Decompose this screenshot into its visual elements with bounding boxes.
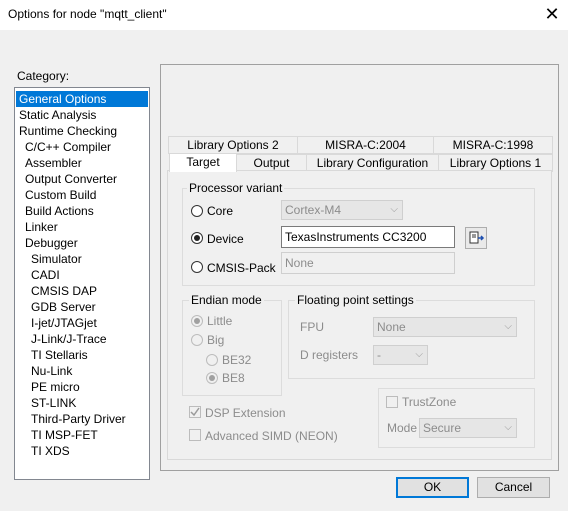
category-item-debugger[interactable]: Debugger	[16, 235, 148, 251]
category-item-build-actions[interactable]: Build Actions	[16, 203, 148, 219]
category-item-cadi[interactable]: CADI	[16, 267, 148, 283]
chevron-down-icon: ⌵	[504, 321, 512, 332]
category-item-nu-link[interactable]: Nu-Link	[16, 363, 148, 379]
dsp-extension-checkbox[interactable]	[189, 406, 201, 418]
category-item-ti-stellaris[interactable]: TI Stellaris	[16, 347, 148, 363]
cancel-button[interactable]: Cancel	[477, 477, 550, 498]
category-item-st-link[interactable]: ST-LINK	[16, 395, 148, 411]
category-item-ti-xds[interactable]: TI XDS	[16, 443, 148, 459]
trustzone-mode-select[interactable]: Secure ⌵	[419, 418, 517, 438]
category-item-ti-msp-fet[interactable]: TI MSP-FET	[16, 427, 148, 443]
be8-label: BE8	[222, 371, 245, 385]
device-browse-button[interactable]	[465, 227, 487, 249]
category-item-assembler[interactable]: Assembler	[16, 155, 148, 171]
trustzone-label: TrustZone	[402, 395, 457, 409]
checkmark-icon	[190, 407, 200, 417]
little-radio[interactable]	[191, 315, 203, 327]
category-item-pe-micro[interactable]: PE micro	[16, 379, 148, 395]
category-item-runtime-checking[interactable]: Runtime Checking	[16, 123, 148, 139]
window-title: Options for node "mqtt_client"	[8, 7, 167, 21]
category-item-linker[interactable]: Linker	[16, 219, 148, 235]
category-item-i-jet-jtagjet[interactable]: I-jet/JTAGjet	[16, 315, 148, 331]
core-radio[interactable]	[191, 205, 203, 217]
tab-misra-c-2004[interactable]: MISRA-C:2004	[297, 136, 434, 154]
radio-dot	[209, 375, 215, 381]
device-radio[interactable]	[191, 232, 203, 244]
close-icon[interactable]: ✕	[540, 2, 564, 26]
fpu-value: None	[377, 320, 406, 334]
advanced-simd-checkbox[interactable]	[189, 429, 201, 441]
processor-variant-title: Processor variant	[187, 181, 285, 195]
category-item-gdb-server[interactable]: GDB Server	[16, 299, 148, 315]
category-item-j-link-j-trace[interactable]: J-Link/J-Trace	[16, 331, 148, 347]
cmsis-pack-radio[interactable]	[191, 261, 203, 273]
d-registers-value: -	[377, 348, 381, 362]
category-item-custom-build[interactable]: Custom Build	[16, 187, 148, 203]
floating-point-title: Floating point settings	[295, 293, 416, 307]
chevron-down-icon: ⌵	[504, 422, 512, 433]
category-item-output-converter[interactable]: Output Converter	[16, 171, 148, 187]
chevron-down-icon: ⌵	[415, 349, 423, 360]
endian-mode-title: Endian mode	[189, 293, 264, 307]
big-radio[interactable]	[191, 334, 203, 346]
tab-target[interactable]: Target	[169, 153, 237, 172]
category-item-c-c-compiler[interactable]: C/C++ Compiler	[16, 139, 148, 155]
be8-radio[interactable]	[206, 372, 218, 384]
big-label: Big	[207, 333, 225, 347]
cmsis-pack-field[interactable]: None	[281, 252, 455, 274]
category-item-general-options[interactable]: General Options	[16, 91, 148, 107]
trustzone-mode-label: Mode	[387, 421, 418, 435]
device-label: Device	[207, 232, 244, 246]
fpu-select[interactable]: None ⌵	[373, 317, 517, 337]
trustzone-mode-value: Secure	[423, 421, 462, 435]
tab-misra-c-1998[interactable]: MISRA-C:1998	[433, 136, 553, 154]
ok-button[interactable]: OK	[396, 477, 469, 498]
little-label: Little	[207, 314, 233, 328]
dsp-extension-label: DSP Extension	[205, 406, 286, 420]
category-item-cmsis-dap[interactable]: CMSIS DAP	[16, 283, 148, 299]
radio-dot	[194, 318, 200, 324]
advanced-simd-label: Advanced SIMD (NEON)	[205, 429, 338, 443]
trustzone-checkbox[interactable]	[386, 396, 398, 408]
radio-dot	[194, 235, 200, 241]
device-field[interactable]: TexasInstruments CC3200	[281, 226, 455, 248]
category-item-third-party-driver[interactable]: Third-Party Driver	[16, 411, 148, 427]
fpu-label: FPU	[300, 320, 324, 334]
select-device-icon	[469, 231, 485, 244]
core-value: Cortex-M4	[285, 203, 342, 217]
cmsis-pack-label: CMSIS-Pack	[207, 261, 276, 275]
tab-library-options-2[interactable]: Library Options 2	[168, 136, 298, 154]
category-item-static-analysis[interactable]: Static Analysis	[16, 107, 148, 123]
category-list[interactable]: General Options Static Analysis Runtime Ch…	[14, 87, 150, 480]
floating-point-group	[288, 300, 535, 379]
core-label: Core	[207, 204, 234, 218]
category-label: Category:	[17, 69, 70, 83]
chevron-down-icon: ⌵	[390, 204, 398, 215]
d-registers-select[interactable]: - ⌵	[373, 345, 428, 365]
core-select[interactable]: Cortex-M4 ⌵	[281, 200, 403, 220]
category-item-simulator[interactable]: Simulator	[16, 251, 148, 267]
be32-label: BE32	[222, 353, 252, 367]
d-registers-label: D registers	[300, 348, 359, 362]
be32-radio[interactable]	[206, 354, 218, 366]
